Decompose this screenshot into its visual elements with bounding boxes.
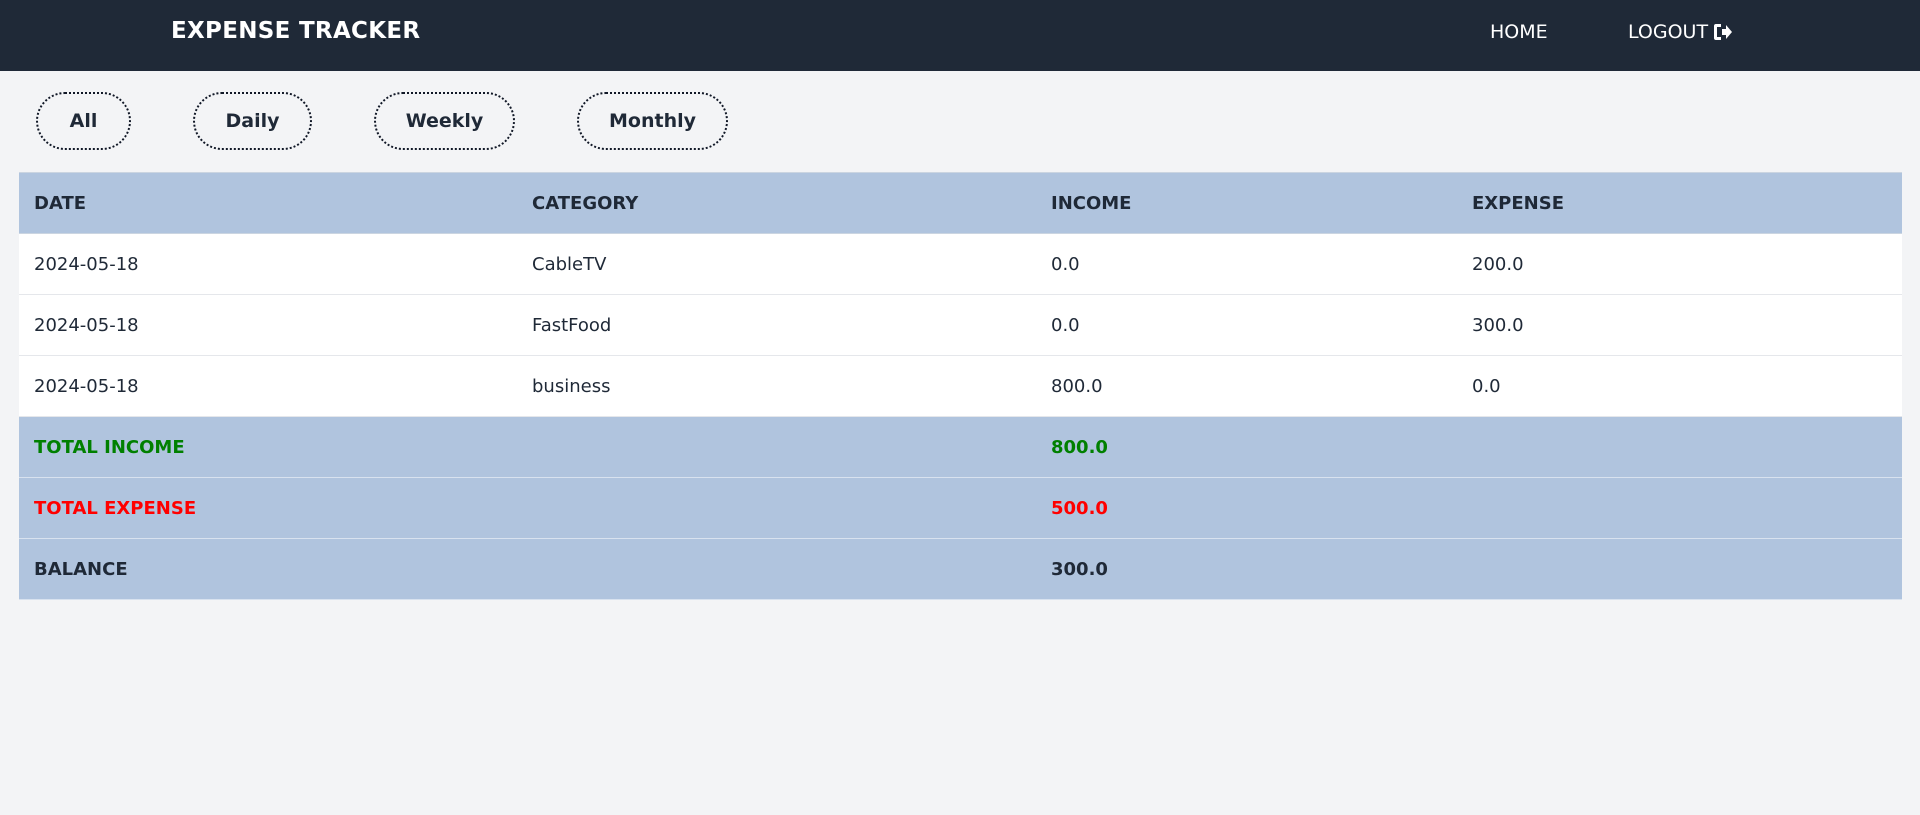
- empty-cell: [517, 539, 1036, 600]
- logout-label: LOGOUT: [1628, 21, 1709, 43]
- cell-income: 0.0: [1051, 314, 1080, 336]
- navbar: EXPENSE TRACKER HOME LOGOUT: [0, 0, 1920, 71]
- header-category: CATEGORY: [532, 192, 639, 214]
- cell-category: FastFood: [532, 314, 612, 336]
- total-expense-row: TOTAL EXPENSE 500.0: [19, 477, 1902, 539]
- filter-all-button[interactable]: All: [36, 92, 131, 150]
- cell-date: 2024-05-18: [34, 314, 139, 336]
- cell-expense: 300.0: [1472, 314, 1524, 336]
- cell-expense: 0.0: [1472, 375, 1501, 397]
- filter-monthly-button[interactable]: Monthly: [577, 92, 728, 150]
- table-row: 2024-05-18 business 800.0 0.0: [19, 355, 1902, 417]
- header-date: DATE: [34, 192, 87, 214]
- empty-cell: [517, 478, 1036, 539]
- nav-home-link[interactable]: HOME: [1490, 21, 1548, 43]
- total-expense-value: 500.0: [1051, 497, 1108, 519]
- total-income-value: 800.0: [1051, 436, 1108, 458]
- filter-bar: All Daily Weekly Monthly: [0, 92, 1920, 150]
- cell-expense: 200.0: [1472, 253, 1524, 275]
- cell-date: 2024-05-18: [34, 375, 139, 397]
- table-header-row: DATE CATEGORY INCOME EXPENSE: [19, 172, 1902, 234]
- brand-title[interactable]: EXPENSE TRACKER: [171, 18, 420, 44]
- total-income-row: TOTAL INCOME 800.0: [19, 416, 1902, 478]
- empty-cell: [1457, 417, 1902, 478]
- cell-income: 0.0: [1051, 253, 1080, 275]
- cell-category: CableTV: [532, 253, 607, 275]
- cell-date: 2024-05-18: [34, 253, 139, 275]
- table-row: 2024-05-18 CableTV 0.0 200.0: [19, 233, 1902, 295]
- cell-category: business: [532, 375, 611, 397]
- total-income-label: TOTAL INCOME: [34, 436, 185, 458]
- nav-logout-link[interactable]: LOGOUT: [1628, 21, 1733, 43]
- balance-row: BALANCE 300.0: [19, 538, 1902, 600]
- balance-value: 300.0: [1051, 558, 1108, 580]
- cell-income: 800.0: [1051, 375, 1103, 397]
- empty-cell: [1457, 539, 1902, 600]
- transactions-table-container: DATE CATEGORY INCOME EXPENSE 2024-05-18 …: [19, 172, 1902, 600]
- filter-weekly-button[interactable]: Weekly: [374, 92, 515, 150]
- empty-cell: [1457, 478, 1902, 539]
- filter-daily-button[interactable]: Daily: [193, 92, 312, 150]
- empty-cell: [517, 417, 1036, 478]
- header-income: INCOME: [1051, 192, 1132, 214]
- transactions-table: DATE CATEGORY INCOME EXPENSE 2024-05-18 …: [19, 172, 1902, 600]
- table-row: 2024-05-18 FastFood 0.0 300.0: [19, 294, 1902, 356]
- sign-out-icon: [1713, 23, 1733, 41]
- balance-label: BALANCE: [34, 558, 128, 580]
- total-expense-label: TOTAL EXPENSE: [34, 497, 197, 519]
- header-expense: EXPENSE: [1472, 192, 1564, 214]
